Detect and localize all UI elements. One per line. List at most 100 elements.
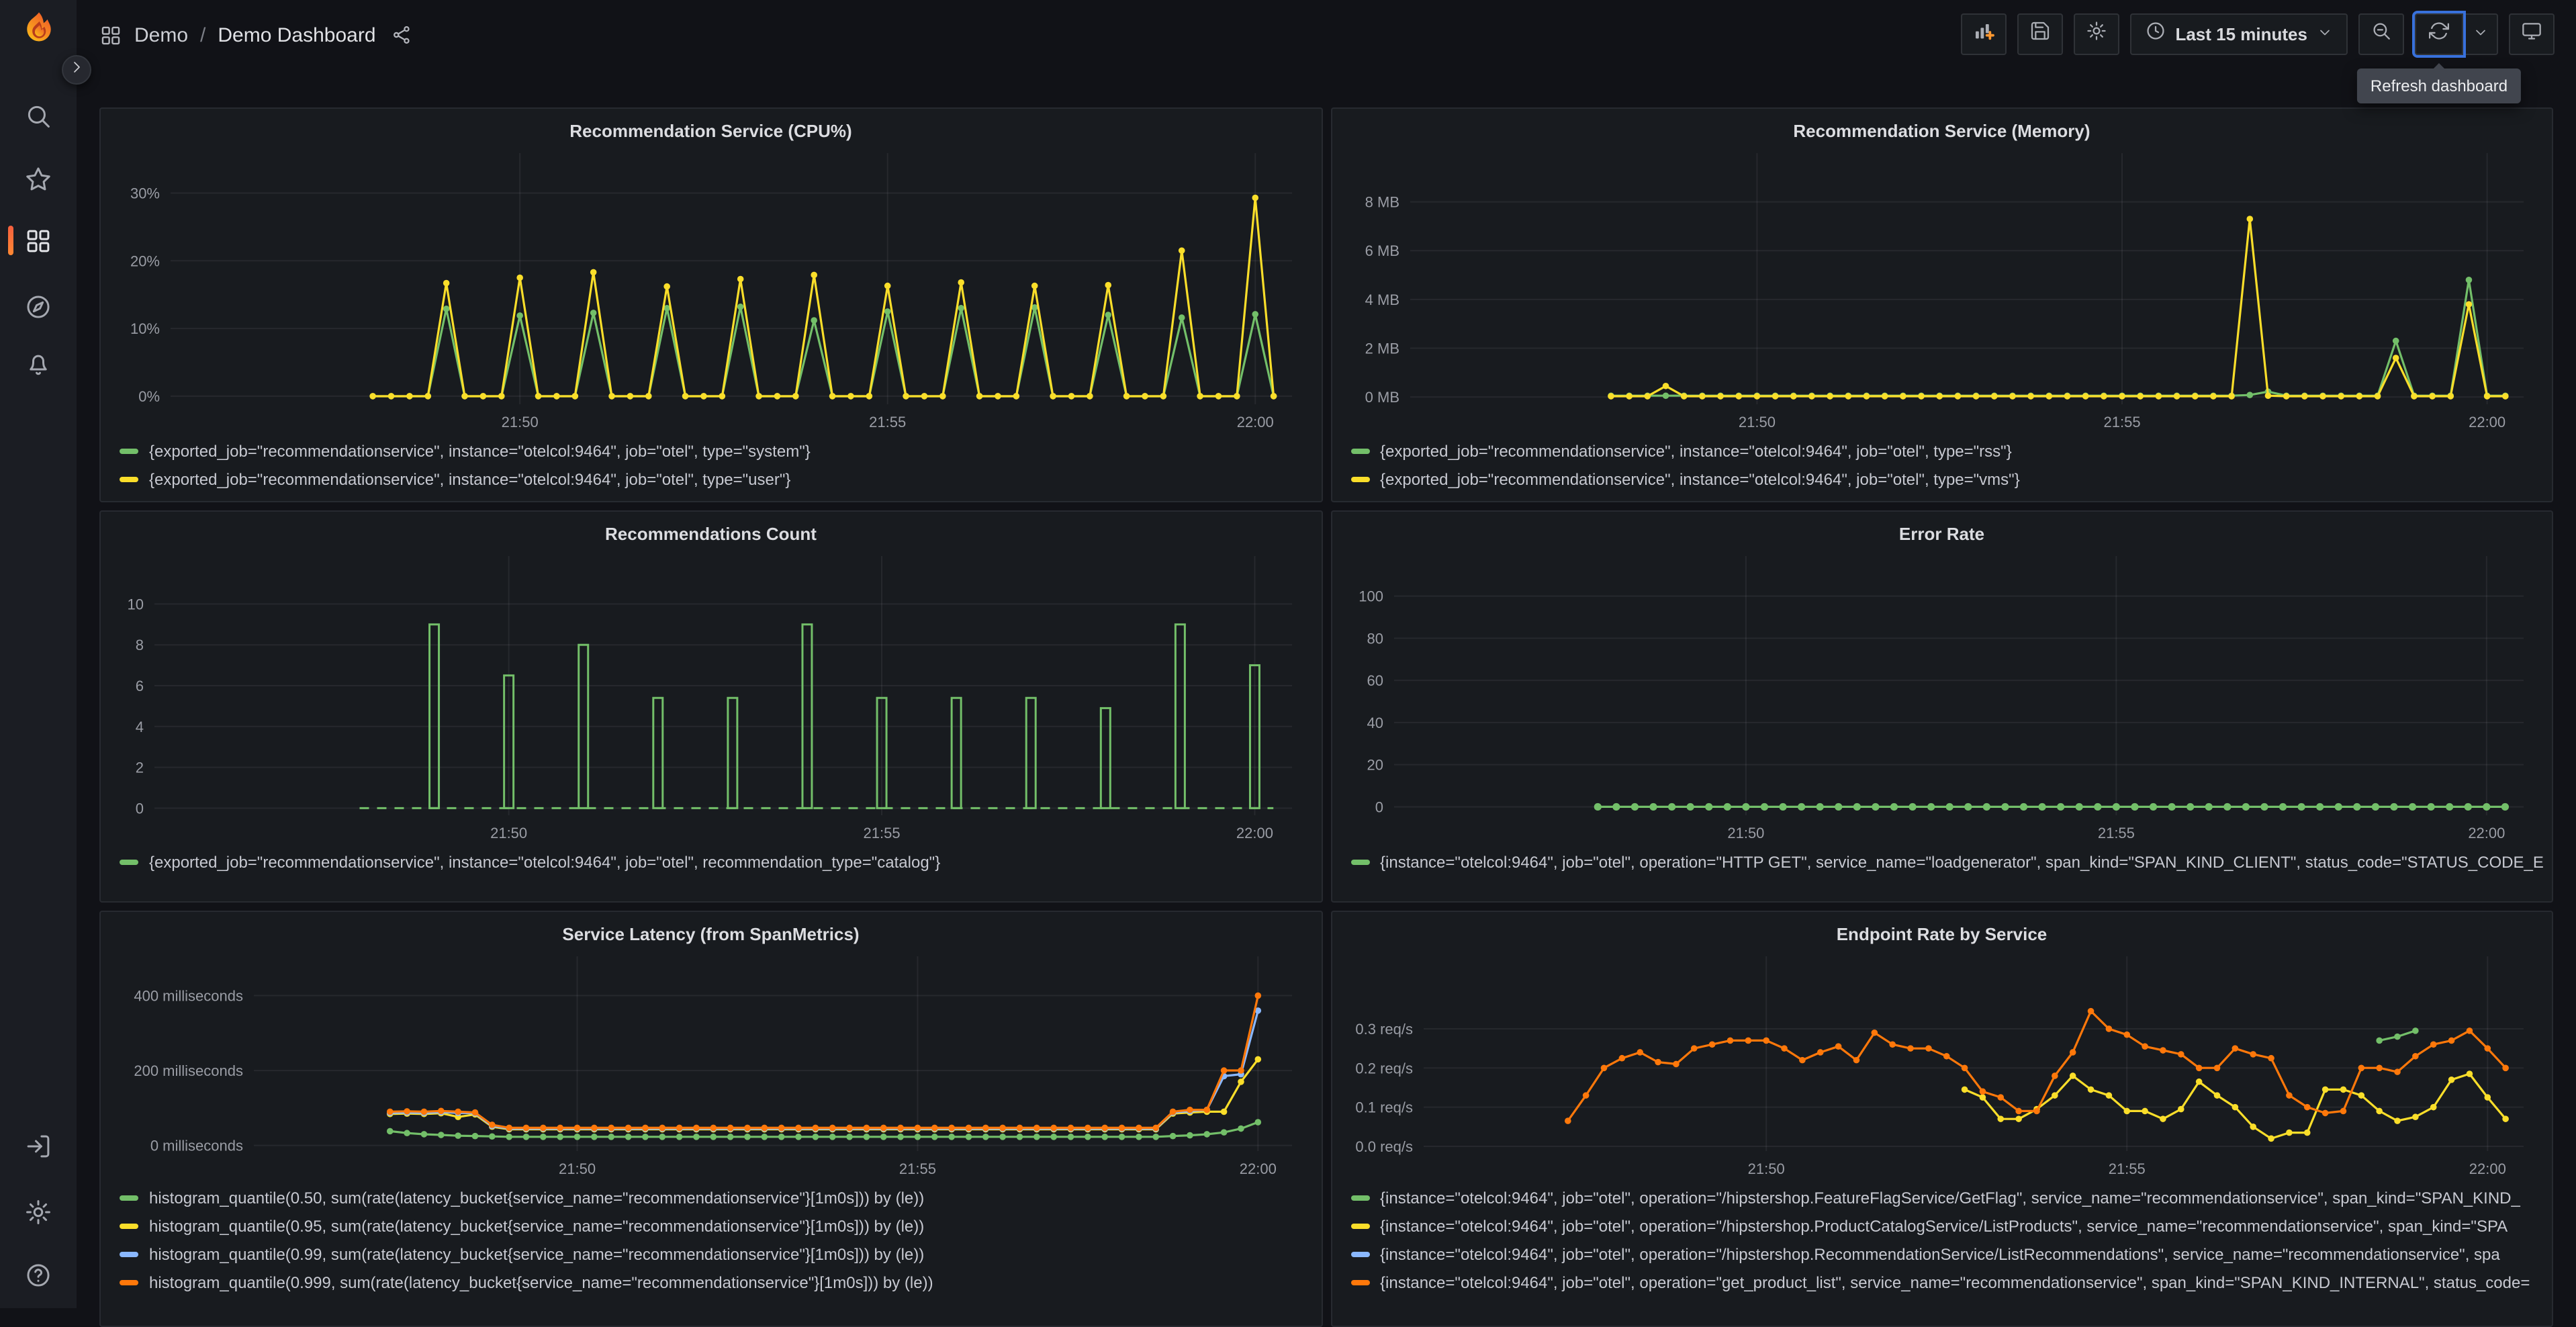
sidebar-item-alerting[interactable] [0, 341, 77, 387]
chart-plot[interactable]: 0.0 req/s 0.1 req/s 0.2 req/s 0.3 req/s 21:5… [1340, 952, 2538, 1181]
x-axis-label: 21:55 [2108, 1160, 2145, 1177]
y-axis-label: 8 MB [1365, 194, 1399, 211]
panel-title[interactable]: Service Latency (from SpanMetrics) [101, 912, 1321, 947]
y-axis-label: 0% [138, 388, 160, 405]
sidebar-item-starred[interactable] [0, 156, 77, 201]
chevron-down-icon [2317, 22, 2333, 46]
legend-item[interactable]: histogram_quantile(0.999, sum(rate(laten… [120, 1268, 1321, 1296]
panel-title[interactable]: Recommendation Service (Memory) [1332, 109, 2552, 144]
legend-swatch [1350, 859, 1369, 864]
chart-canvas[interactable]: 0 milliseconds 200 milliseconds 400 millis… [109, 952, 1308, 1181]
legend-item[interactable]: histogram_quantile(0.99, sum(rate(latenc… [120, 1240, 1321, 1268]
sidebar [0, 0, 77, 1308]
x-axis-label: 22:00 [2469, 1160, 2505, 1177]
grafana-logo[interactable] [20, 11, 58, 48]
chart-canvas[interactable]: 0% 10% 20% 30% 21:50 21:55 22:00 [109, 149, 1308, 434]
kiosk-mode-button[interactable] [2509, 13, 2555, 55]
legend-swatch [120, 859, 138, 864]
breadcrumb-page-title[interactable]: Demo Dashboard [218, 24, 375, 46]
legend-swatch [120, 1195, 138, 1200]
y-axis-label: 6 [136, 678, 144, 694]
share-icon[interactable] [391, 24, 412, 46]
dashboard-panels: Recommendation Service (CPU%) 0% 10% 20% 30%… [77, 107, 2576, 1327]
panel-latency: Service Latency (from SpanMetrics) 0 mill… [99, 911, 1322, 1327]
legend-item[interactable]: {instance="otelcol:9464", job="otel", op… [1350, 1240, 2552, 1268]
chart-plot[interactable]: 0% 10% 20% 30% 21:50 21:55 22:00 [109, 149, 1307, 434]
legend-item[interactable]: {exported_job="recommendationservice", i… [120, 465, 1321, 493]
sidebar-expand-button[interactable] [62, 55, 91, 85]
x-axis-label: 21:50 [1727, 825, 1763, 841]
legend-item[interactable]: {exported_job="recommendationservice", i… [1350, 465, 2552, 493]
series-rss [1607, 277, 2508, 400]
legend-item[interactable]: {instance="otelcol:9464", job="otel", op… [1350, 1268, 2552, 1296]
legend-item[interactable]: histogram_quantile(0.95, sum(rate(latenc… [120, 1211, 1321, 1240]
x-axis-label: 22:00 [2468, 414, 2505, 430]
legend-label: {instance="otelcol:9464", job="otel", op… [1380, 1244, 2500, 1263]
legend-label: {instance="otelcol:9464", job="otel", op… [1380, 1216, 2508, 1235]
apps-grid-icon [24, 226, 52, 255]
sidebar-item-help[interactable] [0, 1252, 77, 1297]
legend-label: {exported_job="recommendationservice", i… [149, 469, 791, 488]
panel-title[interactable]: Error Rate [1332, 512, 2552, 547]
refresh-interval-dropdown[interactable] [2463, 13, 2498, 55]
legend-label: {exported_job="recommendationservice", i… [149, 852, 941, 871]
bar [1174, 623, 1186, 809]
bar [727, 696, 739, 809]
bar [652, 696, 664, 809]
x-axis-label: 21:50 [559, 1160, 596, 1177]
chart-canvas[interactable]: 0 MB 2 MB 4 MB 6 MB 8 MB 21:50 21:55 22:00 [1340, 149, 2539, 434]
y-axis-label: 4 [136, 719, 144, 735]
y-axis-label: 400 milliseconds [134, 988, 243, 1005]
gear-icon [24, 1197, 52, 1226]
legend-item[interactable]: histogram_quantile(0.50, sum(rate(latenc… [120, 1183, 1321, 1211]
dashboard-settings-button[interactable] [2073, 13, 2119, 55]
time-range-picker[interactable]: Last 15 minutes [2129, 13, 2348, 55]
legend-swatch [1350, 1279, 1369, 1285]
axes: 0.0 req/s 0.1 req/s 0.2 req/s 0.3 req/s 21:5… [1354, 956, 2523, 1177]
sidebar-item-settings[interactable] [0, 1189, 77, 1234]
chart-canvas[interactable]: 0 20 40 60 80 100 21:50 21:55 22:00 [1340, 552, 2539, 845]
breadcrumb-section[interactable]: Demo [134, 24, 188, 46]
x-axis-label: 21:55 [869, 414, 906, 430]
x-axis-label: 21:55 [2103, 414, 2140, 430]
panel-title[interactable]: Recommendations Count [101, 512, 1321, 547]
series-p999 [386, 992, 1262, 1132]
refresh-button[interactable] [2412, 11, 2466, 58]
add-panel-button[interactable] [1960, 13, 2007, 55]
zoom-out-button[interactable] [2358, 13, 2404, 55]
legend-label: {exported_job="recommendationservice", i… [1380, 469, 2020, 488]
legend-item[interactable]: {exported_job="recommendationservice", i… [120, 437, 1321, 465]
sidebar-item-sign-in[interactable] [0, 1123, 77, 1169]
legend-item[interactable]: {instance="otelcol:9464", job="otel", op… [1350, 1211, 2552, 1240]
toolbar: Last 15 minutes Refresh dashboard [1960, 11, 2555, 103]
bar [1099, 706, 1111, 809]
chart-plot[interactable]: 0 MB 2 MB 4 MB 6 MB 8 MB 21:50 21:55 22:00 [1340, 149, 2538, 434]
y-axis-label: 10% [130, 320, 160, 337]
chart-plot[interactable]: 0 20 40 60 80 100 21:50 21:55 22:00 [1340, 552, 2538, 845]
legend-item[interactable]: {instance="otelcol:9464", job="otel", op… [1350, 848, 2552, 876]
legend-item[interactable]: {exported_job="recommendationservice", i… [120, 848, 1321, 876]
save-dashboard-button[interactable] [2017, 13, 2063, 55]
legend-item[interactable]: {exported_job="recommendationservice", i… [1350, 437, 2552, 465]
sidebar-item-search[interactable] [0, 93, 77, 138]
sidebar-item-explore[interactable] [0, 283, 77, 329]
panel-memory: Recommendation Service (Memory) 0 MB 2 MB 4… [1330, 107, 2553, 502]
breadcrumb: Demo / Demo Dashboard [99, 0, 412, 70]
chart-canvas[interactable]: 0 2 4 6 8 10 21:50 21:55 22:00 [109, 552, 1308, 845]
chart-plot[interactable]: 0 milliseconds 200 milliseconds 400 millis… [109, 952, 1307, 1181]
series-system [369, 304, 1277, 400]
sidebar-item-dashboards[interactable] [0, 218, 77, 263]
x-axis-label: 22:00 [2467, 825, 2504, 841]
y-axis-label: 10 [128, 596, 144, 612]
panel-title[interactable]: Endpoint Rate by Service [1332, 912, 2552, 947]
chart-canvas[interactable]: 0.0 req/s 0.1 req/s 0.2 req/s 0.3 req/s 21:5… [1340, 952, 2539, 1181]
legend-swatch [1350, 1251, 1369, 1256]
chart-plot[interactable]: 0 2 4 6 8 10 21:50 21:55 22:00 [109, 552, 1307, 845]
panel-title[interactable]: Recommendation Service (CPU%) [101, 109, 1321, 144]
x-axis-label: 21:50 [1747, 1160, 1784, 1177]
legend-swatch [120, 476, 138, 482]
x-axis-label: 21:50 [502, 414, 539, 430]
y-axis-label: 2 MB [1365, 340, 1399, 357]
legend-item[interactable]: {instance="otelcol:9464", job="otel", op… [1350, 1183, 2552, 1211]
y-axis-label: 20% [130, 253, 160, 269]
